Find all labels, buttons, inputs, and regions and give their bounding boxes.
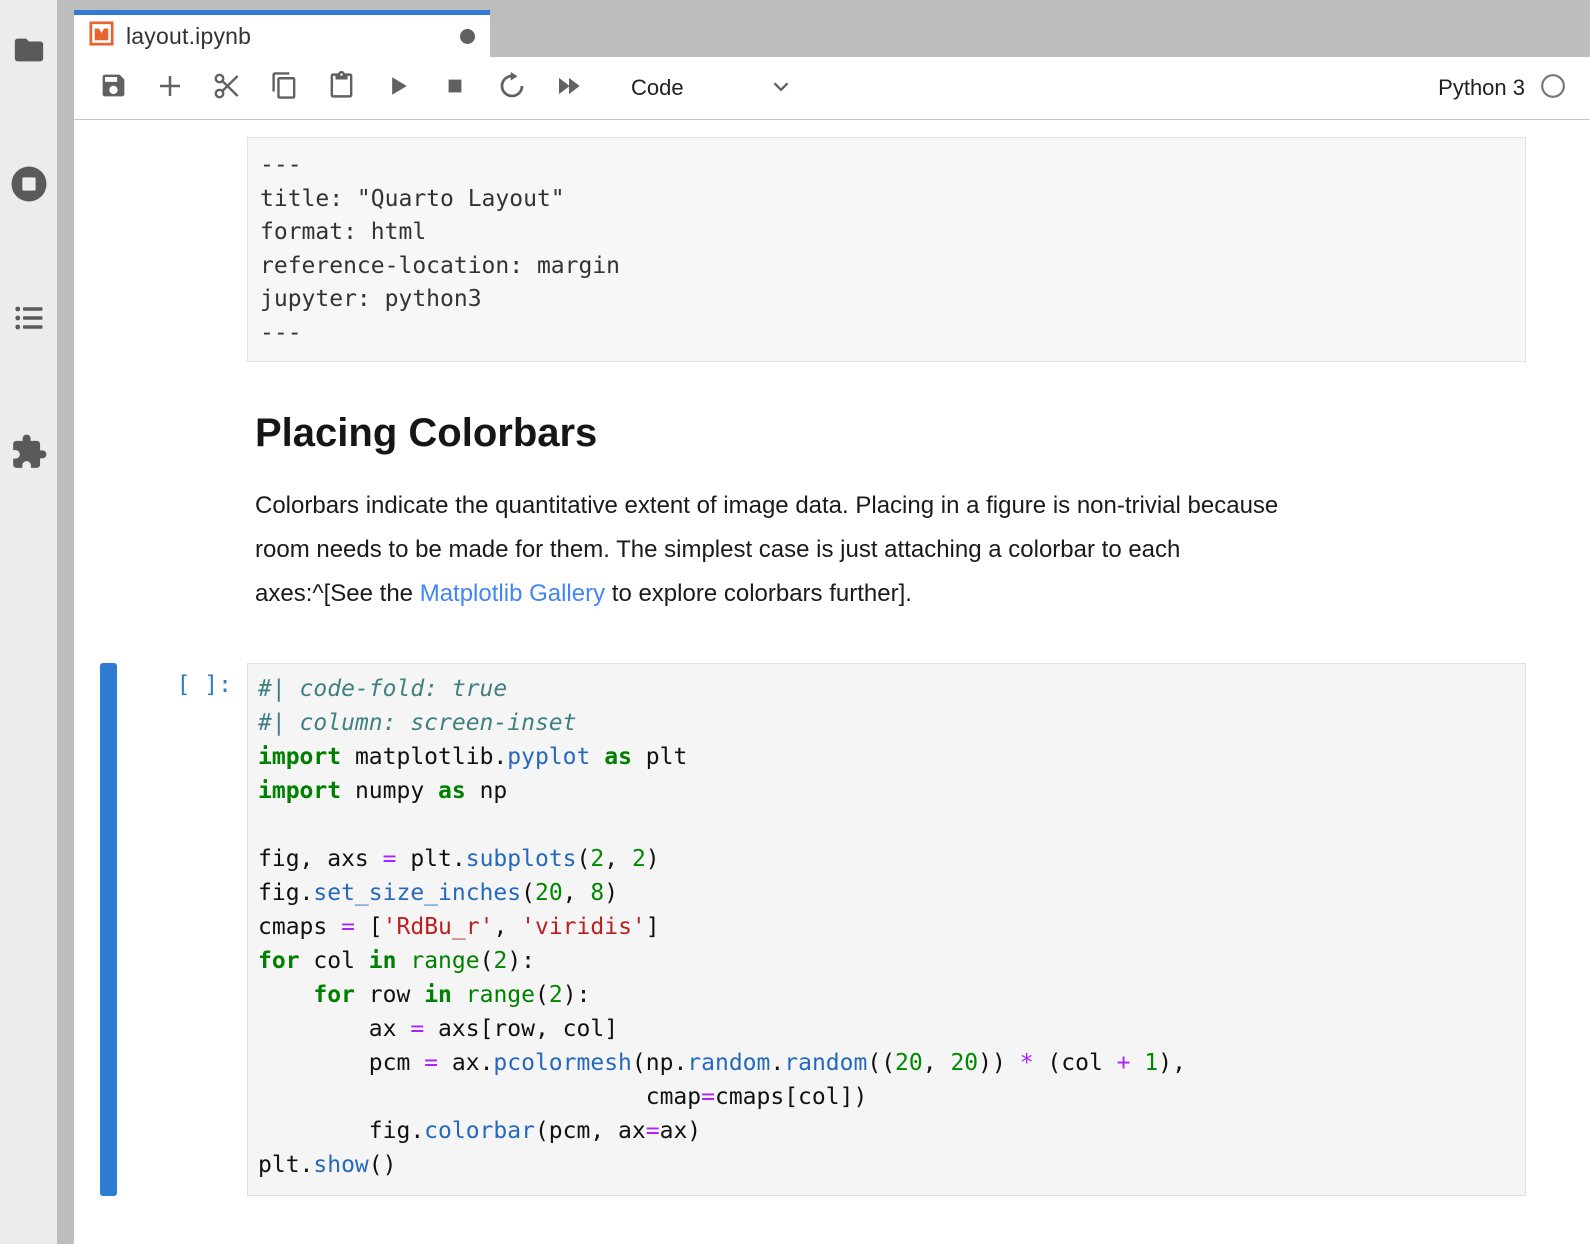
list-icon [11,300,47,336]
cell-input-prompt: [ ]: [115,672,232,698]
interrupt-kernel-button[interactable] [437,70,473,106]
cut-cells-button[interactable] [209,70,245,106]
sidebar-item-file-browser[interactable] [7,28,51,72]
clipboard-icon [327,71,356,105]
main-area: layout.ipynb [74,0,1590,1244]
sidebar-item-table-of-contents[interactable] [7,296,51,340]
run-icon [384,72,412,105]
tab-layout-ipynb[interactable]: layout.ipynb [74,10,490,57]
puzzle-icon [10,433,48,471]
restart-kernel-button[interactable] [494,70,530,106]
save-icon [99,71,128,105]
raw-cell-pre: --- title: "Quarto Layout" format: html … [260,149,1513,350]
active-cell-collapser[interactable] [100,663,117,1196]
restart-run-all-button[interactable] [551,70,587,106]
activity-bar [0,0,57,1244]
jupyterlab-window: layout.ipynb [0,0,1590,1244]
running-sessions-icon [8,163,50,205]
fast-forward-icon [554,71,584,106]
sidebar-item-extensions[interactable] [7,430,51,474]
paragraph-line-1: Colorbars indicate the quantitative exte… [255,484,1526,528]
markdown-cell: Placing Colorbars Colorbars indicate the… [247,411,1526,616]
raw-cell-yaml-frontmatter[interactable]: --- title: "Quarto Layout" format: html … [247,137,1526,362]
paste-cells-button[interactable] [323,70,359,106]
tab-dirty-indicator[interactable] [460,29,475,44]
copy-icon [270,71,299,105]
folder-icon [12,33,46,67]
notebook-file-icon [88,20,115,52]
notebook-panel: --- title: "Quarto Layout" format: html … [74,120,1590,1244]
markdown-paragraph: Colorbars indicate the quantitative exte… [255,484,1526,616]
stop-icon [441,72,469,105]
sidebar-item-running-sessions[interactable] [7,162,51,206]
code-editor[interactable]: #| code-fold: true #| column: screen-ins… [247,663,1526,1196]
paragraph-line-3-before: axes:^[See the [255,580,420,607]
paragraph-line-3-after: to explore colorbars further]. [605,580,912,607]
plus-icon [155,71,185,106]
save-button[interactable] [95,70,131,106]
dock-panel-gap [57,0,74,1244]
paragraph-line-3: axes:^[See the Matplotlib Gallery to exp… [255,572,1526,616]
chevron-down-icon [768,73,794,104]
kernel-status-icon[interactable] [1540,73,1566,104]
copy-cells-button[interactable] [266,70,302,106]
kernel-name[interactable]: Python 3 [1438,75,1525,101]
notebook-toolbar: Code Python 3 [74,57,1590,120]
tab-bar: layout.ipynb [74,0,1590,57]
cell-type-dropdown[interactable]: Code [631,73,794,104]
insert-cell-button[interactable] [152,70,188,106]
page-title: Placing Colorbars [255,411,1526,456]
cell-type-value: Code [631,75,684,101]
run-cell-button[interactable] [380,70,416,106]
restart-icon [497,71,527,106]
code-cell: [ ]: #| code-fold: true #| column: scree… [247,663,1526,1196]
scissors-icon [212,71,242,106]
tab-title: layout.ipynb [126,23,449,50]
paragraph-line-2: room needs to be made for them. The simp… [255,528,1526,572]
code-editor-pre: #| code-fold: true #| column: screen-ins… [258,672,1515,1182]
matplotlib-gallery-link[interactable]: Matplotlib Gallery [420,580,605,607]
